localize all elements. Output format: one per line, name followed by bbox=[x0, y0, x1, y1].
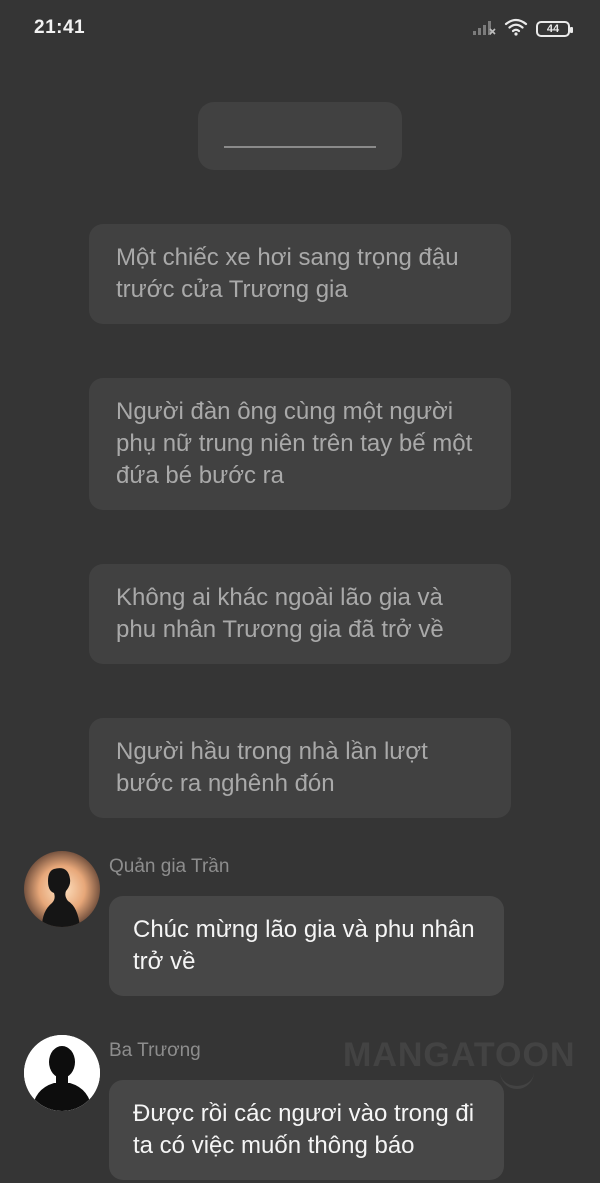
narration-box: Người hầu trong nhà lần lượt bước ra ngh… bbox=[89, 718, 511, 818]
dialogue-text: Được rồi các ngươi vào trong đi ta có vi… bbox=[133, 1100, 475, 1159]
battery-icon: 44 bbox=[536, 21, 573, 37]
narration-text: Người đàn ông cùng một người phụ nữ trun… bbox=[116, 398, 473, 489]
watermark-logo: MANGATOON bbox=[343, 1036, 576, 1074]
speaker-name: Quản gia Trần bbox=[109, 856, 230, 877]
narration-box: Không ai khác ngoài lão gia và phu nhân … bbox=[89, 564, 511, 664]
narration-text: Không ai khác ngoài lão gia và phu nhân … bbox=[116, 584, 444, 643]
status-bar: 21:41 44 bbox=[0, 0, 600, 58]
signal-icon bbox=[472, 18, 496, 41]
narration-text: Một chiếc xe hơi sang trọng đậu trước cử… bbox=[116, 244, 459, 303]
character-silhouette-icon bbox=[24, 1035, 100, 1111]
narration-text: Người hầu trong nhà lần lượt bước ra ngh… bbox=[116, 738, 428, 797]
watermark-smile-icon bbox=[500, 1070, 534, 1089]
avatar[interactable] bbox=[24, 851, 100, 927]
battery-level: 44 bbox=[546, 22, 560, 35]
narration-box: Một chiếc xe hơi sang trọng đậu trước cử… bbox=[89, 224, 511, 324]
status-time: 21:41 bbox=[34, 17, 86, 38]
speaker-name: Ba Trương bbox=[109, 1040, 201, 1061]
status-icons: 44 bbox=[472, 17, 573, 41]
dialogue-bubble: Được rồi các ngươi vào trong đi ta có vi… bbox=[109, 1080, 504, 1180]
chapter-divider bbox=[224, 146, 376, 148]
dialogue-bubble: Chúc mừng lão gia và phu nhân trở về bbox=[109, 896, 504, 996]
character-silhouette-icon bbox=[24, 851, 100, 927]
avatar[interactable] bbox=[24, 1035, 100, 1111]
narration-box: Người đàn ông cùng một người phụ nữ trun… bbox=[89, 378, 511, 510]
chapter-title-box bbox=[198, 102, 402, 170]
dialogue-text: Chúc mừng lão gia và phu nhân trở về bbox=[133, 916, 475, 975]
wifi-icon bbox=[504, 18, 528, 41]
